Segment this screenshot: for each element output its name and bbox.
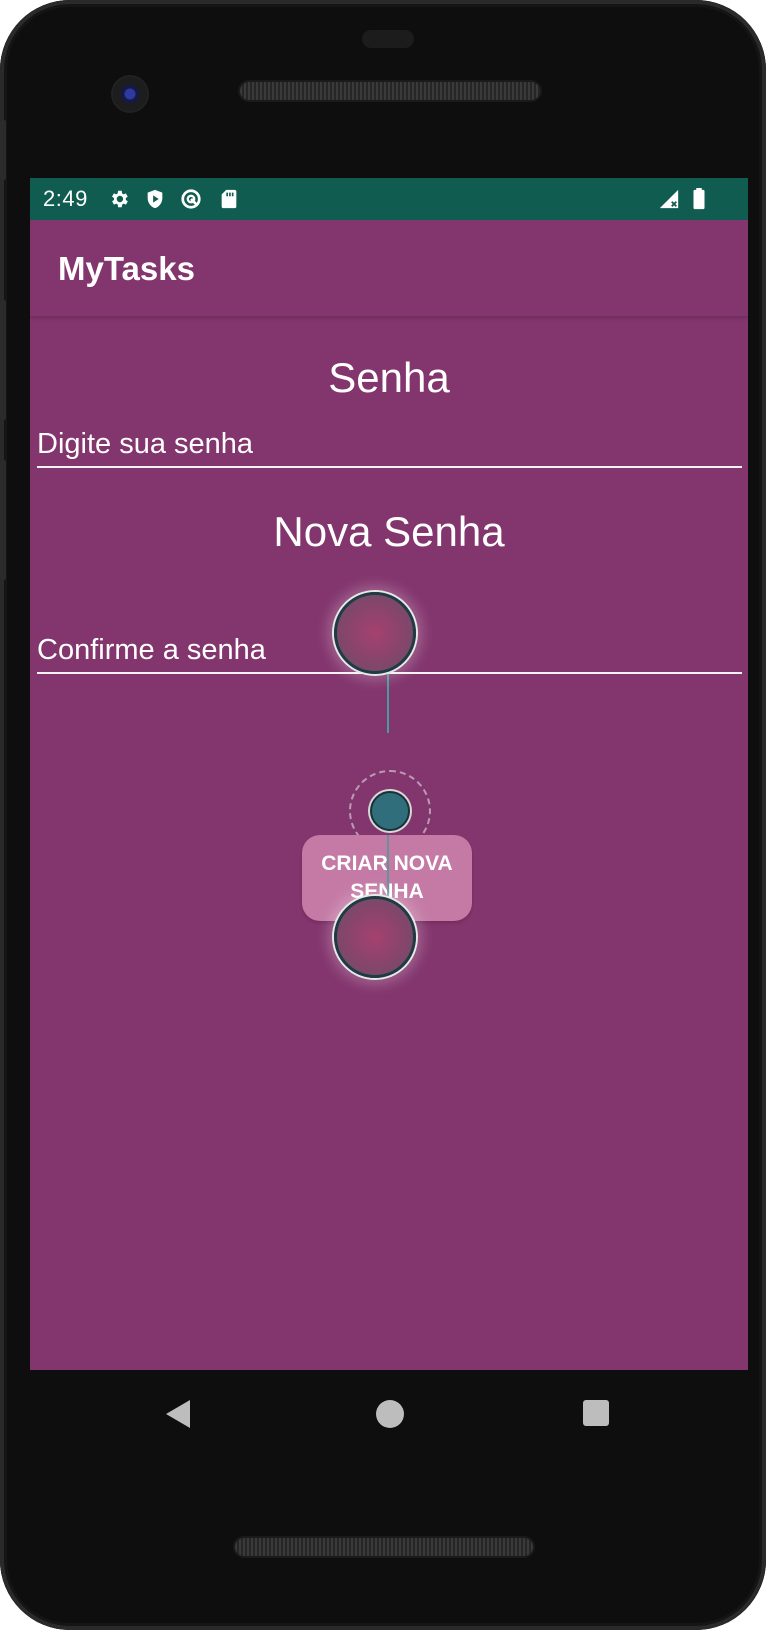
home-icon[interactable]: [376, 1400, 404, 1428]
device-side-button: [0, 460, 6, 580]
signal-icon: [659, 189, 679, 209]
constraint-line: [387, 673, 389, 733]
app-title: MyTasks: [58, 250, 195, 287]
status-bar: 2:49: [30, 178, 748, 220]
bottom-speaker: [235, 1538, 533, 1556]
status-time: 2:49: [43, 186, 88, 211]
device-side-button: [0, 120, 6, 180]
battery-icon: [693, 188, 705, 210]
app-bar: MyTasks: [30, 220, 748, 316]
front-camera: [113, 77, 147, 111]
constraint-handle-top[interactable]: [334, 592, 416, 674]
anchor-point[interactable]: [370, 791, 410, 831]
constraint-handle-bottom[interactable]: [334, 896, 416, 978]
sd-card-icon: [221, 189, 237, 209]
recents-icon[interactable]: [583, 1400, 609, 1426]
new-password-heading: Nova Senha: [273, 508, 505, 555]
password-heading: Senha: [328, 354, 450, 401]
password-input[interactable]: [37, 422, 742, 466]
password-field[interactable]: [37, 422, 742, 468]
app-screen: 2:49 MyTasks Senha Nova Senha CRIAR NOVA: [30, 178, 748, 1370]
sync-icon: [181, 189, 201, 209]
earpiece-speaker: [240, 82, 540, 100]
shield-play-icon: [147, 189, 163, 209]
device-frame: 2:49 MyTasks Senha Nova Senha CRIAR NOVA: [0, 0, 766, 1630]
device-side-button: [0, 300, 6, 420]
settings-icon: [112, 190, 128, 208]
back-icon[interactable]: [166, 1400, 190, 1428]
sensor-notch: [362, 30, 414, 48]
